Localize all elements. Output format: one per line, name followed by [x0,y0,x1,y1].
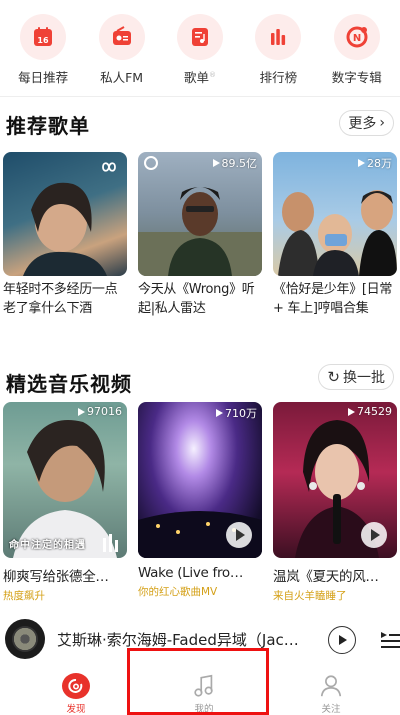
view-count-badge: 710万 [216,405,257,421]
now-playing-title: 艾斯琳·索尔海姆-Faded异域（Jac… [57,630,299,649]
playlist-cover: 89.5亿 [138,152,262,276]
tab-discover[interactable]: 发现 [41,661,111,715]
user-icon [320,675,342,697]
more-button[interactable]: 更多 › [339,110,394,136]
infinity-icon [102,162,116,172]
play-count-icon [348,407,355,416]
chevron-right-icon: › [379,115,385,131]
music-note-icon [194,674,213,697]
play-count: 89.5亿 [221,157,258,170]
play-count: 28万 [367,157,392,170]
playlist-cover [3,152,127,276]
play-count-badge: 89.5亿 [212,155,258,171]
netease-logo-icon [62,673,90,699]
video-tag: 热度飙升 [3,590,45,602]
entry-label: 数字专辑 [331,70,382,85]
play-icon[interactable] [361,522,387,548]
video-cover: 命中注定的相遇 97016 [3,402,127,558]
album-disc-icon [5,619,45,659]
view-count: 74529 [357,405,392,418]
bottom-nav: 发现 我的 关注 [0,661,400,715]
view-count-badge: 97016 [78,405,122,418]
video-card[interactable]: 命中注定的相遇 97016 柳爽写给张德全… 热度飙升 [3,402,127,603]
entry-label: 排行榜 [259,70,298,85]
digital-album-entry[interactable]: N 数字专辑 [322,0,392,92]
refresh-icon: ↻ [327,368,340,386]
playlist-entry[interactable]: 歌单® [165,0,235,92]
entry-label: 每日推荐 [18,70,69,85]
recommended-section-title: 推荐歌单 [6,114,90,138]
play-count-icon [78,407,85,416]
digital-album-icon: N [333,14,380,60]
play-icon[interactable] [226,522,252,548]
daily-recommend-entry[interactable]: 16 每日推荐 [8,0,78,92]
tab-mine[interactable]: 我的 [169,661,239,715]
video-title: 柳爽写给张德全… [3,569,109,585]
video-card[interactable]: 710万 Wake (Live fro… 你的红心歌曲MV [138,402,262,603]
play-button[interactable] [328,626,356,654]
chart-bars-icon [255,14,302,60]
play-count-icon [216,409,223,417]
playlist-card[interactable]: 年轻时不多经历一点 老了拿什么下酒 [3,152,127,318]
playlist-cover: 28万 [273,152,397,276]
tab-label: 发现 [66,704,86,715]
tab-follow[interactable]: 关注 [296,661,366,715]
svg-text:16: 16 [38,36,50,45]
video-card[interactable]: 74529 温岚《夏天的风… 来自火羊瞌睡了 [273,402,397,603]
video-row: 命中注定的相遇 97016 柳爽写给张德全… 热度飙升 710万 Wake (L… [3,402,397,603]
view-count-badge: 74529 [348,405,392,418]
divider [0,96,400,97]
playlist-icon [176,14,223,60]
video-cover: 710万 [138,402,262,558]
playlist-title: 《恰好是少年》[日常 + 车上]哼唱合集 [273,282,393,316]
playlist-card[interactable]: 89.5亿 今天从《Wrong》听起|私人雷达 [138,152,262,318]
tab-label: 我的 [194,704,214,715]
video-title: Wake (Live fro… [138,565,244,581]
play-count-icon [212,159,220,167]
video-cover: 74529 [273,402,397,558]
entry-label: 歌单® [183,70,216,85]
refresh-label: 换一批 [343,370,385,386]
playlist-title: 今天从《Wrong》听起|私人雷达 [138,282,255,316]
more-label: 更多 [348,116,377,132]
play-count-icon [358,159,365,167]
private-fm-entry[interactable]: 私人FM [87,0,157,92]
video-title: 温岚《夏天的风… [273,569,379,585]
playlist-title: 年轻时不多经历一点 老了拿什么下酒 [3,282,118,316]
play-icon [339,635,347,645]
mini-player[interactable]: 艾斯琳·索尔海姆-Faded异域（Jac… [0,617,400,661]
play-count-badge: 28万 [358,155,392,171]
playlist-row: 年轻时不多经历一点 老了拿什么下酒 89.5亿 今天从《Wrong》听起|私人雷… [3,152,397,318]
quick-entry-bar: 16 每日推荐 私人FM 歌单® 排行榜 N 数字专辑 [0,0,400,92]
refresh-button[interactable]: ↻ 换一批 [318,364,394,390]
radio-icon [98,14,145,60]
ranking-entry[interactable]: 排行榜 [243,0,313,92]
videos-section-title: 精选音乐视频 [6,372,132,396]
playlist-card[interactable]: 28万 《恰好是少年》[日常 + 车上]哼唱合集 [273,152,397,318]
entry-label: 私人FM [100,70,144,85]
view-count: 710万 [225,407,257,420]
calendar-icon: 16 [20,14,67,60]
radar-icon [144,156,158,170]
video-tag: 你的红心歌曲MV [138,586,218,598]
svg-text:N: N [353,33,361,44]
video-caption: 命中注定的相遇 [9,540,86,551]
view-count: 97016 [87,405,122,418]
tab-label: 关注 [321,704,341,715]
video-tag: 来自火羊瞌睡了 [273,590,347,602]
playlist-queue-icon[interactable] [380,629,400,651]
